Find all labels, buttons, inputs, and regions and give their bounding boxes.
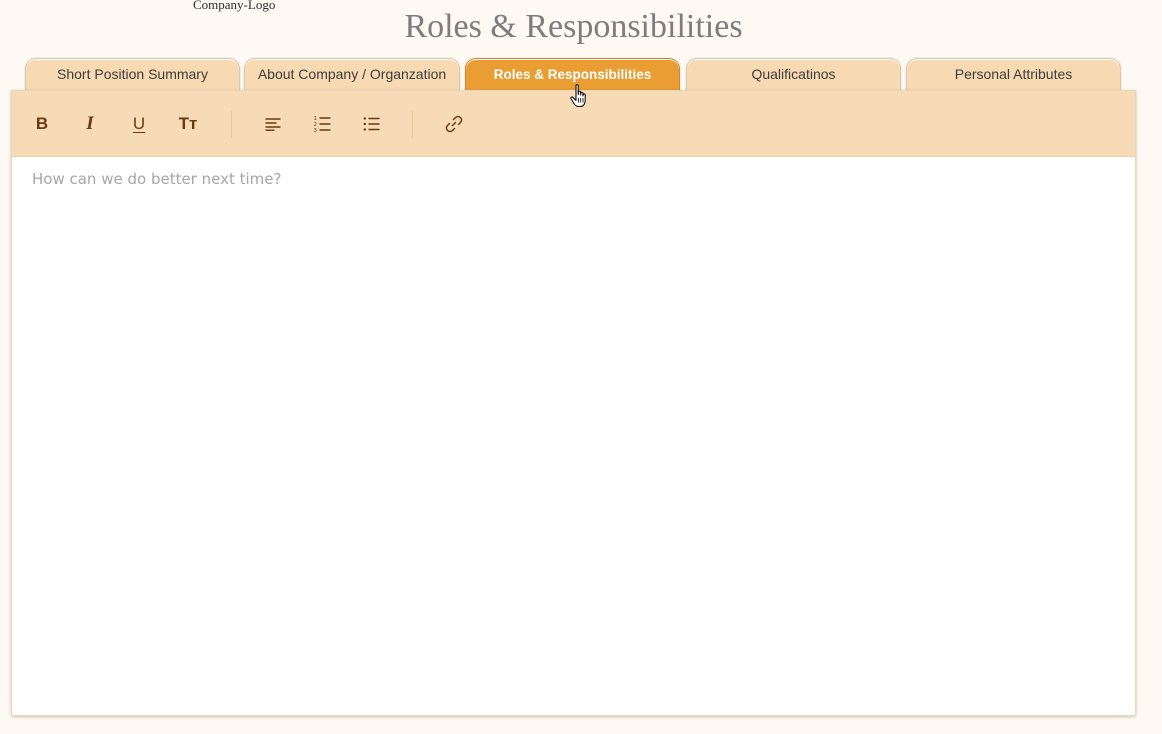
bullet-list-button[interactable]	[358, 111, 384, 137]
link-button[interactable]	[441, 111, 467, 137]
toolbar-divider	[412, 111, 413, 138]
tab-personal-attributes[interactable]: Personal Attributes	[906, 58, 1121, 90]
bold-button[interactable]: B	[29, 111, 55, 137]
italic-icon: I	[86, 113, 94, 134]
link-icon	[445, 115, 463, 133]
align-left-button[interactable]	[260, 111, 286, 137]
underline-button[interactable]: U	[126, 111, 152, 137]
rich-text-editor: B I U Tт 1 2 3 How can we do better next…	[11, 90, 1136, 716]
tab-short-position-summary[interactable]: Short Position Summary	[25, 58, 240, 90]
bullet-list-icon	[363, 117, 380, 131]
ordered-list-icon: 1 2 3	[314, 116, 331, 133]
bold-icon: B	[35, 114, 49, 133]
tab-qualifications[interactable]: Qualificatinos	[686, 58, 901, 90]
tab-roles-responsibilities[interactable]: Roles & Responsibilities	[465, 58, 680, 90]
ordered-list-button[interactable]: 1 2 3	[309, 111, 335, 137]
toolbar-divider	[231, 111, 232, 138]
tab-about-company[interactable]: About Company / Organzation	[244, 58, 460, 90]
svg-text:3: 3	[314, 128, 318, 133]
editor-text-area[interactable]	[12, 157, 1135, 715]
page-title: Roles & Responsibilities	[404, 8, 743, 45]
italic-button[interactable]: I	[77, 111, 103, 137]
text-size-icon: Tт	[178, 114, 198, 133]
underline-icon: U	[132, 114, 146, 133]
align-left-icon	[265, 118, 281, 131]
text-size-button[interactable]: Tт	[175, 111, 201, 137]
editor-toolbar: B I U Tт 1 2 3	[12, 91, 1135, 157]
